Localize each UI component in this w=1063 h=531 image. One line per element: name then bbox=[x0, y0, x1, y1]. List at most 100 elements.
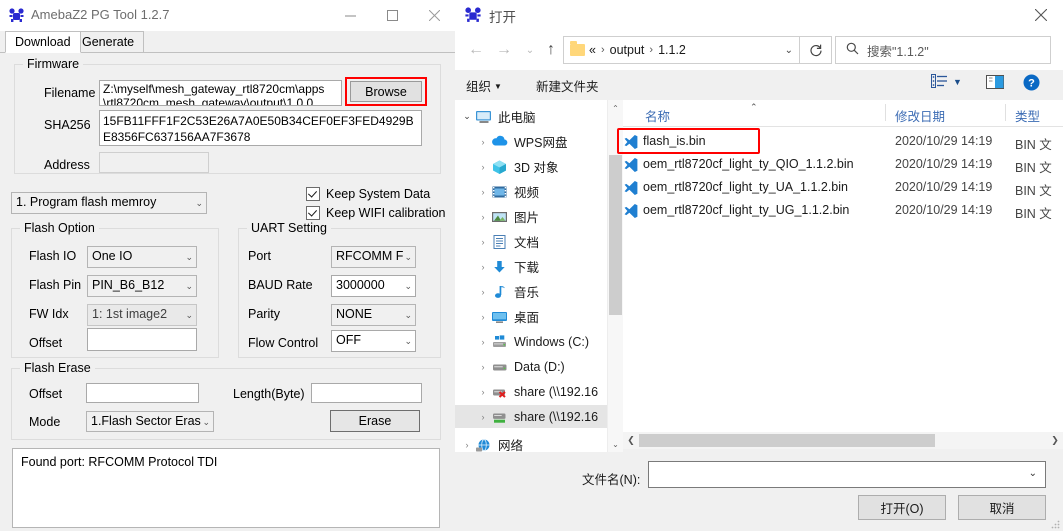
tree-item-label: WPS网盘 bbox=[514, 136, 568, 150]
chevron-down-icon[interactable]: ⌄ bbox=[785, 45, 793, 56]
chevron-right-icon[interactable]: › bbox=[475, 137, 491, 147]
tree-scrollbar[interactable]: ⌃ ⌄ bbox=[607, 100, 623, 452]
keep-wifi-calibration-checkbox[interactable] bbox=[306, 206, 320, 220]
tree-item-this-pc[interactable]: ⌄ 此电脑 bbox=[455, 105, 607, 128]
chevron-down-icon: ▼ bbox=[494, 82, 502, 91]
arrow-right-icon[interactable]: → bbox=[493, 39, 515, 61]
close-icon[interactable] bbox=[413, 0, 455, 31]
navigation-tree[interactable]: ⌄ 此电脑 › WPS网盘 › 3D 对象 › 视频 › 图片 › 文档 › 下… bbox=[455, 100, 607, 452]
parity-combo[interactable]: NONE ⌄ bbox=[331, 304, 416, 326]
file-row-ug[interactable]: oem_rtl8720cf_light_ty_UG_1.1.2.bin 2020… bbox=[623, 199, 1063, 222]
search-input[interactable]: 搜索"1.1.2" bbox=[835, 36, 1051, 64]
erase-mode-combo[interactable]: 1.Flash Sector Eras ⌄ bbox=[86, 411, 214, 432]
browse-button[interactable]: Browse bbox=[350, 81, 422, 102]
breadcrumb[interactable]: « › output › 1.1.2 ⌄ bbox=[563, 36, 800, 64]
erase-length-label: Length(Byte) bbox=[233, 387, 305, 401]
column-divider[interactable] bbox=[885, 104, 886, 121]
tree-item-data-d[interactable]: › Data (D:) bbox=[455, 355, 607, 378]
column-header-date[interactable]: 修改日期 bbox=[895, 106, 945, 125]
tree-item-network[interactable]: › 网络 bbox=[455, 433, 607, 452]
flash-pin-combo[interactable]: PIN_B6_B12 ⌄ bbox=[87, 275, 197, 297]
chevron-right-icon[interactable]: › bbox=[475, 237, 491, 247]
chevron-right-icon[interactable]: › bbox=[475, 212, 491, 222]
maximize-icon[interactable] bbox=[371, 0, 413, 31]
file-list[interactable]: ⌃ 名称 修改日期 类型 flash_is.bin 2020/10/29 14:… bbox=[623, 100, 1063, 432]
program-mode-combo[interactable]: 1. Program flash memroy ⌄ bbox=[11, 192, 207, 214]
arrow-up-icon[interactable]: ↑ bbox=[540, 39, 562, 61]
erase-length-input[interactable] bbox=[311, 383, 422, 403]
tab-generate[interactable]: Generate bbox=[72, 31, 145, 53]
scroll-down-icon[interactable]: ⌄ bbox=[608, 436, 623, 452]
close-icon[interactable] bbox=[1018, 0, 1063, 30]
open-button[interactable]: 打开(O) bbox=[858, 495, 946, 520]
tree-scrollbar-thumb[interactable] bbox=[609, 155, 622, 315]
baud-rate-combo[interactable]: 3000000 ⌄ bbox=[331, 275, 416, 297]
file-row-ua[interactable]: oem_rtl8720cf_light_ty_UA_1.1.2.bin 2020… bbox=[623, 176, 1063, 199]
tree-item-share-offline[interactable]: › share (\\192.16 bbox=[455, 380, 607, 403]
file-row-flash-is[interactable]: flash_is.bin 2020/10/29 14:19 BIN 文 bbox=[623, 130, 1063, 153]
erase-offset-input[interactable] bbox=[86, 383, 199, 403]
flash-option-group-label: Flash Option bbox=[20, 221, 99, 235]
column-divider[interactable] bbox=[1005, 104, 1006, 121]
file-row-qio[interactable]: oem_rtl8720cf_light_ty_QIO_1.1.2.bin 202… bbox=[623, 153, 1063, 176]
port-combo[interactable]: RFCOMM F ⌄ bbox=[331, 246, 416, 268]
chevron-right-icon[interactable]: › bbox=[459, 440, 475, 450]
tree-item-music[interactable]: › 音乐 bbox=[455, 280, 607, 303]
scroll-up-icon[interactable]: ⌃ bbox=[608, 100, 623, 116]
breadcrumb-root[interactable]: « bbox=[589, 43, 596, 57]
chevron-right-icon[interactable]: › bbox=[475, 162, 491, 172]
chevron-down-icon[interactable]: ⌄ bbox=[519, 39, 541, 61]
tab-download[interactable]: Download bbox=[5, 31, 81, 53]
hscrollbar-thumb[interactable] bbox=[639, 434, 935, 447]
chevron-down-icon[interactable]: ⌄ bbox=[1029, 468, 1037, 479]
breadcrumb-current[interactable]: 1.1.2 bbox=[658, 43, 686, 57]
file-list-horizontal-scrollbar[interactable]: ❮ ❯ bbox=[623, 432, 1063, 449]
cancel-button[interactable]: 取消 bbox=[958, 495, 1046, 520]
view-list-icon[interactable] bbox=[931, 74, 947, 91]
tree-item-documents[interactable]: › 文档 bbox=[455, 230, 607, 253]
tree-item-share-connected[interactable]: › share (\\192.16 bbox=[455, 405, 607, 428]
flow-control-combo[interactable]: OFF ⌄ bbox=[331, 330, 416, 352]
chevron-right-icon[interactable]: › bbox=[475, 287, 491, 297]
new-folder-button[interactable]: 新建文件夹 bbox=[536, 76, 599, 95]
scroll-left-icon[interactable]: ❮ bbox=[623, 432, 639, 449]
tree-item-windows-c[interactable]: › Windows (C:) bbox=[455, 330, 607, 353]
chevron-right-icon[interactable]: › bbox=[475, 387, 491, 397]
flash-offset-input[interactable] bbox=[87, 328, 197, 351]
tree-item-3d-objects[interactable]: › 3D 对象 bbox=[455, 155, 607, 178]
tree-item-downloads[interactable]: › 下载 bbox=[455, 255, 607, 278]
resize-grip-icon[interactable] bbox=[1050, 518, 1060, 529]
chevron-right-icon[interactable]: › bbox=[475, 337, 491, 347]
chevron-right-icon[interactable]: › bbox=[475, 362, 491, 372]
help-icon[interactable]: ? bbox=[1023, 74, 1040, 94]
fw-idx-combo[interactable]: 1: 1st image2 ⌄ bbox=[87, 304, 197, 326]
tree-item-desktop[interactable]: › 桌面 bbox=[455, 305, 607, 328]
chevron-right-icon[interactable]: › bbox=[475, 262, 491, 272]
tree-item-wps-drive[interactable]: › WPS网盘 bbox=[455, 130, 607, 153]
minimize-icon[interactable] bbox=[329, 0, 371, 31]
chevron-down-icon[interactable]: ▼ bbox=[953, 77, 962, 87]
filename-input[interactable]: Z:\myself\mesh_gateway_rtl8720cm\apps \r… bbox=[99, 80, 342, 106]
column-header-type[interactable]: 类型 bbox=[1015, 106, 1040, 125]
arrow-left-icon[interactable]: ← bbox=[465, 39, 487, 61]
erase-button[interactable]: Erase bbox=[330, 410, 420, 432]
filename-input[interactable]: ⌄ bbox=[648, 461, 1046, 488]
address-input[interactable] bbox=[99, 152, 209, 173]
chevron-down-icon[interactable]: ⌄ bbox=[459, 111, 475, 122]
preview-pane-icon[interactable] bbox=[986, 75, 1004, 92]
keep-wifi-calibration-row[interactable]: Keep WIFI calibration bbox=[306, 206, 446, 220]
keep-system-data-checkbox[interactable] bbox=[306, 187, 320, 201]
flash-io-combo[interactable]: One IO ⌄ bbox=[87, 246, 197, 268]
column-header-name[interactable]: 名称 bbox=[645, 106, 670, 125]
tree-item-videos[interactable]: › 视频 bbox=[455, 180, 607, 203]
chevron-right-icon[interactable]: › bbox=[475, 187, 491, 197]
refresh-icon[interactable] bbox=[800, 36, 832, 64]
tree-item-pictures[interactable]: › 图片 bbox=[455, 205, 607, 228]
organize-menu[interactable]: 组织 ▼ bbox=[466, 76, 502, 95]
sha256-field: 15FB11FFF1F2C53E26A7A0E50B34CEF0EF3FED49… bbox=[99, 110, 422, 146]
scroll-right-icon[interactable]: ❯ bbox=[1047, 432, 1063, 449]
keep-system-data-row[interactable]: Keep System Data bbox=[306, 187, 430, 201]
chevron-right-icon[interactable]: › bbox=[475, 312, 491, 322]
breadcrumb-output[interactable]: output bbox=[610, 43, 645, 57]
chevron-right-icon[interactable]: › bbox=[475, 412, 491, 422]
